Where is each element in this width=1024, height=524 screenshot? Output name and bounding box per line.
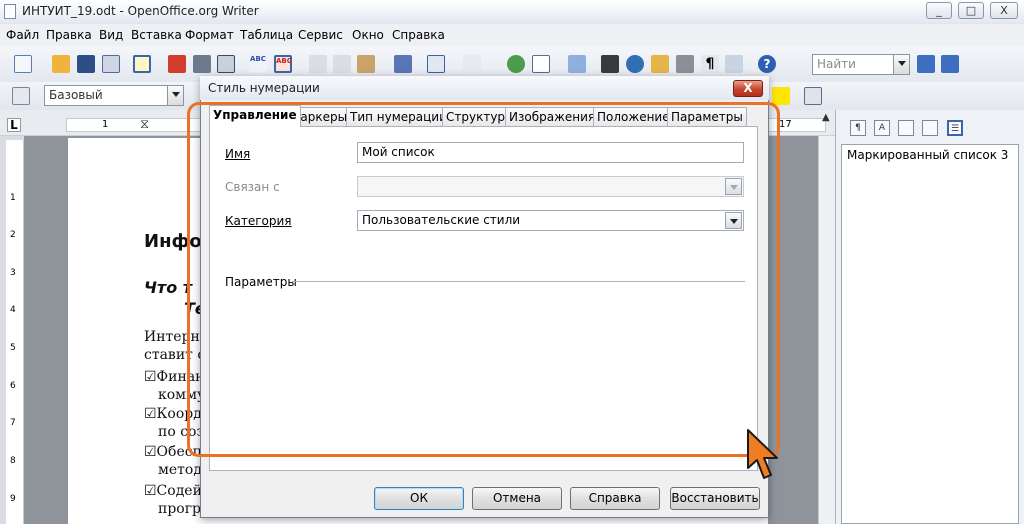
reset-button[interactable]: Восстановить <box>670 487 760 510</box>
draw-functions-icon[interactable] <box>568 55 586 73</box>
minimize-button[interactable]: _ <box>926 2 952 19</box>
find-replace-icon[interactable] <box>601 55 619 73</box>
dialog-title: Стиль нумерации <box>208 81 320 95</box>
paragraph-style-combo[interactable]: Базовый <box>44 85 184 106</box>
save-icon[interactable] <box>77 55 95 73</box>
tab-management[interactable]: Управление <box>209 105 301 127</box>
cut-icon[interactable] <box>309 55 327 73</box>
doc-heading-2: Что т <box>144 278 193 297</box>
formatting-marks-icon[interactable]: ¶ <box>701 55 719 73</box>
help-button[interactable]: Справка <box>570 487 660 510</box>
styles-formatting-icon[interactable] <box>12 87 30 105</box>
find-placeholder: Найти <box>817 57 856 71</box>
page-styles-icon[interactable] <box>922 120 938 136</box>
data-sources-icon[interactable] <box>676 55 694 73</box>
list-styles-icon[interactable]: ☰ <box>947 120 963 136</box>
export-pdf-icon[interactable] <box>168 55 186 73</box>
vruler-mark: 5 <box>10 343 16 353</box>
chevron-down-icon <box>172 92 180 97</box>
scroll-up-icon[interactable]: ▲ <box>822 112 830 123</box>
ruler-mark-17: 17 <box>779 119 792 130</box>
print-icon[interactable] <box>193 55 211 73</box>
vruler-mark: 7 <box>10 418 16 428</box>
menu-table[interactable]: Таблица <box>240 28 293 42</box>
gallery-icon[interactable] <box>651 55 669 73</box>
hyperlink-icon[interactable] <box>507 55 525 73</box>
fill-format-icon[interactable] <box>977 120 993 136</box>
copy-icon[interactable] <box>333 55 351 73</box>
vertical-scrollbar[interactable] <box>818 136 835 524</box>
vruler-mark: 2 <box>10 230 16 240</box>
chevron-down-icon <box>898 61 906 66</box>
character-styles-icon[interactable]: A <box>874 120 890 136</box>
email-icon[interactable] <box>102 55 120 73</box>
paste-icon[interactable] <box>357 55 375 73</box>
redo-icon[interactable] <box>463 55 481 73</box>
zoom-icon[interactable] <box>725 55 743 73</box>
dialog-close-button[interactable]: X <box>733 80 763 97</box>
find-dropdown-button[interactable] <box>893 55 909 74</box>
find-input[interactable]: Найти <box>812 54 910 75</box>
maximize-button[interactable]: □ <box>958 2 984 19</box>
find-next-icon[interactable] <box>917 55 935 73</box>
spellcheck-icon[interactable]: ABC <box>249 55 267 73</box>
background-color-icon[interactable] <box>804 87 822 105</box>
highlight-frame <box>187 102 780 457</box>
indent-marker-icon[interactable]: ⧖ <box>140 117 149 132</box>
paragraph-style-dropdown[interactable] <box>167 86 183 105</box>
menu-format[interactable]: Формат <box>185 28 234 42</box>
paragraph-styles-icon[interactable]: ¶ <box>850 120 866 136</box>
highlight-color-icon[interactable] <box>772 87 790 105</box>
vruler-mark: 6 <box>10 381 16 391</box>
new-document-icon[interactable] <box>14 55 32 73</box>
menu-help[interactable]: Справка <box>392 28 445 42</box>
styles-list[interactable] <box>841 144 1019 524</box>
navigator-icon[interactable] <box>626 55 644 73</box>
menu-view[interactable]: Вид <box>99 28 123 42</box>
window-title: ИНТУИТ_19.odt - OpenOffice.org Writer <box>22 4 259 18</box>
table-icon[interactable] <box>532 55 550 73</box>
paragraph-style-value: Базовый <box>49 88 103 102</box>
new-style-icon[interactable] <box>1001 120 1017 136</box>
vruler-mark: 4 <box>10 305 16 315</box>
cancel-button[interactable]: Отмена <box>472 487 562 510</box>
print-preview-icon[interactable] <box>217 55 235 73</box>
help-icon[interactable]: ? <box>758 55 776 73</box>
doc-list-item: ☑Содей <box>144 483 202 499</box>
frame-styles-icon[interactable] <box>898 120 914 136</box>
vruler-mark: 9 <box>10 494 16 504</box>
ruler-mark-1: 1 <box>102 119 109 130</box>
menu-file[interactable]: Файл <box>6 28 39 42</box>
document-icon <box>4 4 16 19</box>
edit-mode-icon[interactable] <box>133 55 151 73</box>
mouse-pointer-icon <box>747 429 778 479</box>
undo-icon[interactable] <box>427 55 445 73</box>
doc-list-item-cont: метод <box>158 462 202 478</box>
vruler-mark: 1 <box>10 193 16 203</box>
open-folder-icon[interactable] <box>52 55 70 73</box>
autospellcheck-icon[interactable]: ABC <box>274 55 292 73</box>
find-previous-icon[interactable] <box>941 55 959 73</box>
menu-window[interactable]: Окно <box>352 28 384 42</box>
vruler-mark: 8 <box>10 456 16 466</box>
vruler-mark: 3 <box>10 268 16 278</box>
clone-format-icon[interactable] <box>394 55 412 73</box>
menu-edit[interactable]: Правка <box>46 28 92 42</box>
styles-list-item[interactable]: Маркированный список 3 <box>847 148 1008 162</box>
menu-insert[interactable]: Вставка <box>131 28 182 42</box>
menu-tools[interactable]: Сервис <box>298 28 343 42</box>
close-window-button[interactable]: X <box>990 2 1018 19</box>
ok-button[interactable]: ОК <box>374 487 464 510</box>
tab-stop-selector[interactable]: L <box>7 118 21 132</box>
